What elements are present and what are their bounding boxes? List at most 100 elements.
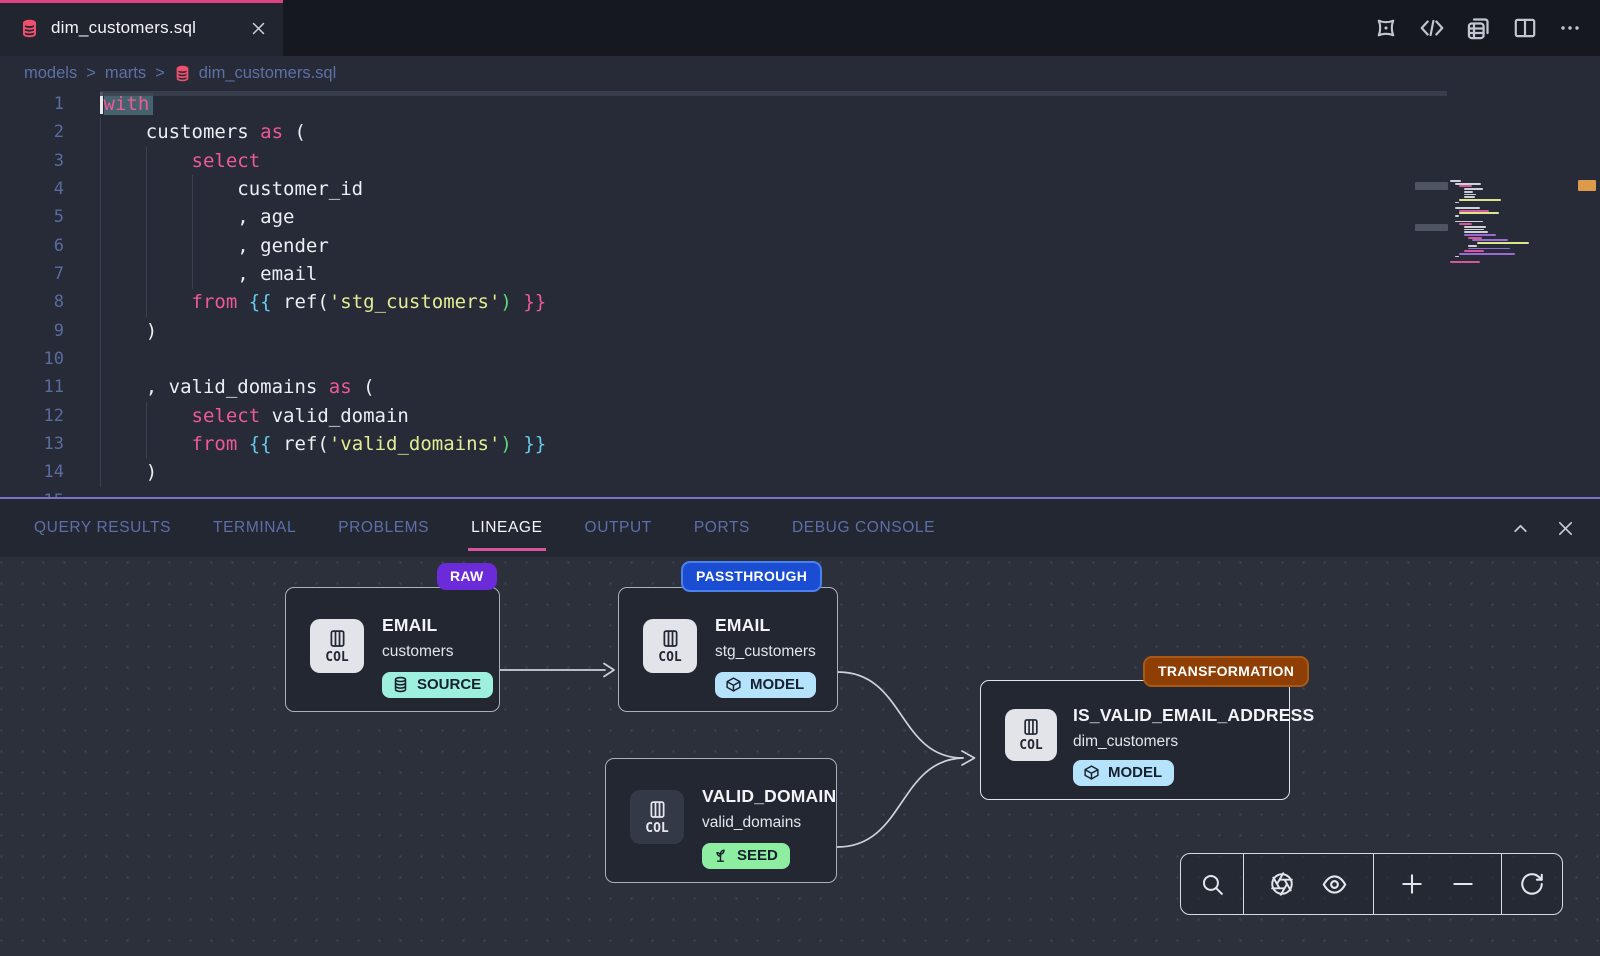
column-chip: COL [630, 790, 684, 844]
col-label: COL [645, 821, 668, 836]
refresh-icon[interactable] [1519, 871, 1545, 897]
lineage-node-stg-customers[interactable]: COL EMAIL stg_customers MODEL [618, 587, 838, 712]
breadcrumb: models > marts > dim_customers.sql [0, 56, 1600, 90]
column-chip: COL [643, 619, 697, 673]
editor-line: 4 customer_id [0, 175, 1600, 203]
minimap-line [1455, 202, 1459, 204]
split-editor-icon[interactable] [1512, 15, 1538, 41]
panel-tab-problems[interactable]: PROBLEMS [338, 499, 429, 557]
editor-line: 6 , gender [0, 232, 1600, 260]
minimap-line [1459, 185, 1472, 187]
code-text: from {{ ref('valid_domains') }} [100, 430, 546, 458]
aperture-icon[interactable] [1269, 871, 1295, 897]
editor-top-shadow [100, 91, 1447, 96]
minimap-line [1468, 245, 1477, 247]
query-results-table-icon[interactable] [1465, 15, 1492, 42]
model-badge: MODEL [1073, 760, 1174, 786]
edge-arrowhead [962, 751, 975, 765]
node-model-name: stg_customers [715, 643, 816, 661]
zoom-in-icon[interactable] [1399, 871, 1425, 897]
maximize-panel-chevron-icon[interactable] [1510, 518, 1531, 539]
panel-tab-lineage[interactable]: LINEAGE [471, 499, 542, 557]
lineage-canvas[interactable]: RAW COL EMAIL customers SOURCE PASSTHROU… [0, 557, 1600, 956]
code-text: ) [100, 317, 157, 345]
line-number: 9 [0, 317, 100, 345]
search-icon[interactable] [1200, 872, 1225, 897]
line-number: 5 [0, 203, 100, 231]
editor-line: 11 , valid_domains as ( [0, 373, 1600, 401]
panel-tab-query-results[interactable]: QUERY RESULTS [34, 499, 171, 557]
indent-guide [100, 118, 101, 487]
minimap-line [1472, 239, 1508, 241]
line-number: 11 [0, 373, 100, 401]
col-label: COL [1019, 738, 1042, 753]
indent-guide [146, 147, 147, 317]
panel-tab-terminal[interactable]: TERMINAL [213, 499, 296, 557]
code-text: , age [100, 203, 294, 231]
tab-close-icon[interactable] [250, 20, 267, 37]
seed-badge: SEED [702, 843, 790, 869]
columns-icon [1021, 717, 1041, 737]
editor-line: 15 [0, 487, 1600, 497]
code-text: , valid_domains as ( [100, 373, 375, 401]
minimap[interactable] [1415, 175, 1600, 270]
close-panel-icon[interactable] [1555, 518, 1576, 539]
panel-tab-ports[interactable]: PORTS [694, 499, 750, 557]
minimap-line [1464, 196, 1475, 198]
code-text: customers as ( [100, 118, 306, 146]
minimap-decoration [1415, 182, 1448, 190]
node-column-name: EMAIL [382, 615, 493, 636]
zoom-out-icon[interactable] [1450, 871, 1476, 897]
tab-dim-customers-sql[interactable]: dim_customers.sql [0, 0, 283, 56]
panel-tab-output[interactable]: OUTPUT [585, 499, 652, 557]
tag-passthrough: PASSTHROUGH [681, 561, 822, 592]
panel-tab-debug-console[interactable]: DEBUG CONSOLE [792, 499, 935, 557]
code-editor[interactable]: 1with2 customers as (3 select4 customer_… [0, 90, 1600, 497]
extension-logo-icon[interactable] [1373, 15, 1399, 41]
database-icon [20, 19, 39, 38]
tag-raw: RAW [437, 563, 497, 590]
editor-line: 12 select valid_domain [0, 402, 1600, 430]
editor-tab-bar: dim_customers.sql [0, 0, 1600, 56]
lineage-node-valid-domains[interactable]: COL VALID_DOMAIN valid_domains SEED [605, 758, 837, 883]
code-icon[interactable] [1419, 15, 1445, 41]
minimap-line [1459, 199, 1501, 201]
lineage-toolbar [1180, 853, 1563, 915]
minimap-line [1455, 256, 1459, 258]
minimap-line [1464, 194, 1476, 196]
breadcrumb-file[interactable]: dim_customers.sql [199, 64, 337, 83]
columns-icon [647, 799, 668, 820]
minimap-line [1464, 226, 1486, 228]
minimap-line [1464, 229, 1484, 231]
breadcrumb-separator: > [86, 64, 96, 83]
line-number: 3 [0, 147, 100, 175]
node-model-name: dim_customers [1073, 733, 1314, 751]
tag-transformation: TRANSFORMATION [1143, 656, 1309, 687]
editor-line: 3 select [0, 147, 1600, 175]
line-number: 4 [0, 175, 100, 203]
more-actions-icon[interactable] [1558, 16, 1582, 40]
minimap-line [1468, 237, 1482, 239]
editor-lines: 1with2 customers as (3 select4 customer_… [0, 90, 1600, 497]
code-text: from {{ ref('stg_customers') }} [100, 288, 546, 316]
code-text: , email [100, 260, 317, 288]
breadcrumb-marts[interactable]: marts [105, 64, 146, 83]
node-column-name: VALID_DOMAIN [702, 786, 836, 807]
columns-icon [660, 628, 681, 649]
node-model-name: customers [382, 643, 493, 661]
breadcrumb-models[interactable]: models [24, 64, 77, 83]
eye-icon[interactable] [1321, 871, 1348, 898]
lineage-node-customers[interactable]: COL EMAIL customers SOURCE [285, 587, 500, 712]
columns-icon [327, 628, 348, 649]
minimap-line [1455, 207, 1480, 209]
lineage-node-dim-customers[interactable]: COL IS_VALID_EMAIL_ADDRESS dim_customers… [980, 680, 1290, 800]
minimap-line [1464, 188, 1483, 190]
breadcrumb-separator: > [155, 64, 165, 83]
line-number: 13 [0, 430, 100, 458]
code-text: select [100, 147, 260, 175]
cube-icon [1083, 764, 1100, 781]
cube-icon [725, 676, 742, 693]
database-icon [174, 65, 191, 82]
tab-title: dim_customers.sql [51, 18, 196, 38]
minimap-line [1464, 191, 1473, 193]
